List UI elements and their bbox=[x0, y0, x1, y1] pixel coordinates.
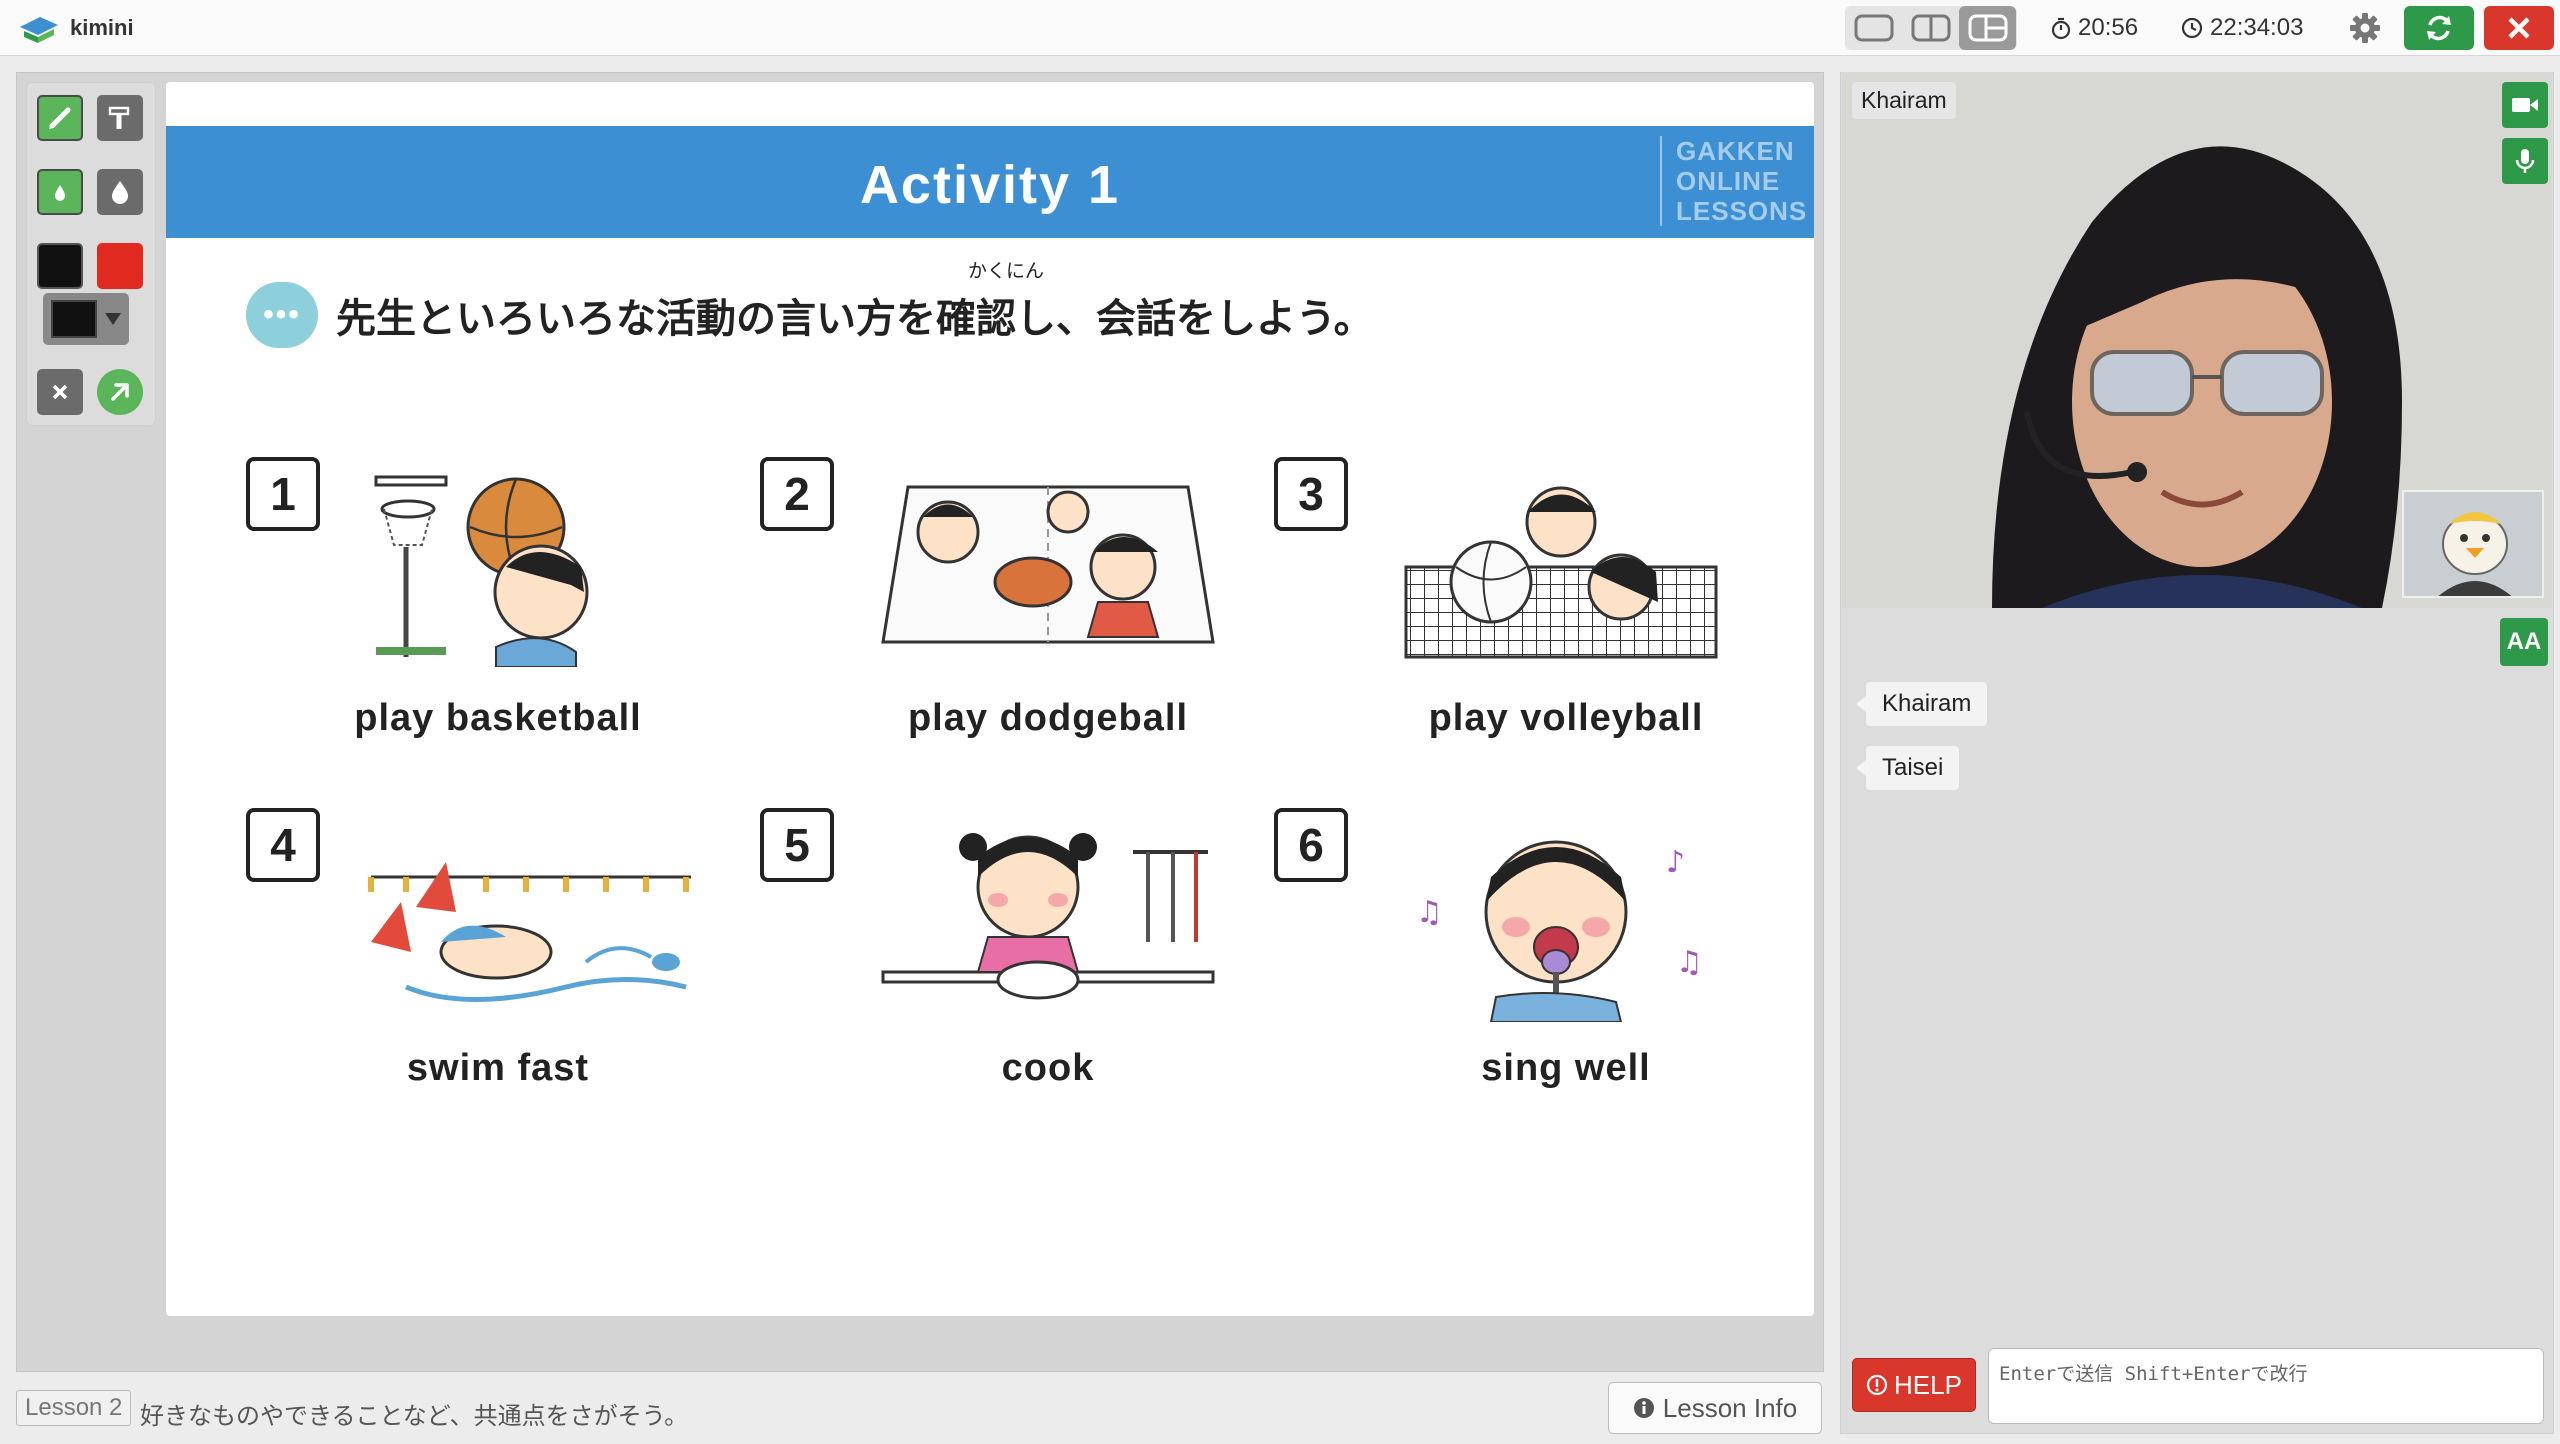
speech-bubble-icon: ••• bbox=[246, 282, 318, 348]
lesson-info-button[interactable]: Lesson Info bbox=[1608, 1382, 1822, 1434]
instruction-text: 先生といろいろな活動の言い方を確認し、会話をしよう。 bbox=[336, 297, 1374, 341]
black-swatch[interactable] bbox=[37, 243, 83, 289]
alert-icon bbox=[1866, 1374, 1888, 1396]
grid-pane-icon bbox=[1968, 14, 2007, 42]
participant-name: Khairam bbox=[1852, 82, 1956, 119]
activity-number-4: 4 bbox=[246, 808, 320, 882]
slide-instruction: ••• かくにん 先生といろいろな活動の言い方を確認し、会話をしよう。 bbox=[246, 261, 1374, 348]
layout-single-button[interactable] bbox=[1845, 6, 1902, 50]
chat-message: Khairam bbox=[1855, 682, 1988, 726]
large-drop-icon bbox=[112, 181, 128, 204]
activity-number-1: 1 bbox=[246, 457, 320, 531]
activity-label-3: play volleyball bbox=[1428, 697, 1704, 739]
help-button[interactable]: HELP bbox=[1852, 1358, 1976, 1412]
arrow-icon bbox=[111, 383, 129, 401]
video-feed: Khairam bbox=[1842, 72, 2552, 608]
top-bar: kimini 20:56 22:34:03 bbox=[0, 0, 2560, 56]
close-button[interactable] bbox=[2484, 6, 2554, 50]
layout-switcher bbox=[1845, 6, 2017, 50]
highlighter-icon bbox=[108, 106, 130, 129]
help-label: HELP bbox=[1894, 1369, 1962, 1400]
thick-stroke-tool[interactable] bbox=[97, 169, 143, 215]
layout-split-button[interactable] bbox=[1902, 6, 1959, 50]
activity-number-6: 6 bbox=[1274, 808, 1348, 882]
slide-title: Activity 1 bbox=[859, 155, 1121, 215]
microphone-icon bbox=[2515, 149, 2535, 173]
refresh-icon bbox=[2427, 15, 2451, 41]
activity-number-3: 3 bbox=[1274, 457, 1348, 531]
font-size-button[interactable]: AA bbox=[2500, 618, 2548, 666]
clear-icon bbox=[52, 384, 68, 400]
chevron-down-icon bbox=[105, 313, 121, 325]
activity-label-4: swim fast bbox=[406, 1047, 590, 1089]
cooking-illustration bbox=[881, 833, 1215, 1000]
single-pane-icon bbox=[1854, 14, 1893, 42]
red-swatch[interactable] bbox=[97, 243, 143, 289]
thin-stroke-tool[interactable] bbox=[37, 169, 83, 215]
pen-icon bbox=[49, 107, 71, 129]
activity-label-5: cook bbox=[1001, 1047, 1095, 1089]
volleyball-illustration bbox=[1404, 486, 1718, 659]
video-camera-icon bbox=[2512, 98, 2538, 112]
highlighter-tool[interactable] bbox=[97, 95, 143, 141]
activity-number-5: 5 bbox=[760, 808, 834, 882]
drawing-toolbox bbox=[26, 82, 156, 426]
dodgeball-illustration bbox=[881, 485, 1215, 644]
split-pane-icon bbox=[1911, 14, 1950, 42]
close-icon bbox=[2508, 17, 2530, 39]
singing-illustration: ♫ ♪ ♫ bbox=[1416, 840, 1703, 1022]
swimming-illustration bbox=[368, 862, 691, 1002]
clock-icon bbox=[2181, 17, 2203, 39]
activity-label-2: play dodgeball bbox=[907, 697, 1189, 739]
small-drop-icon bbox=[55, 185, 65, 201]
activity-label-1: play basketball bbox=[354, 697, 642, 739]
chat-message: Taisei bbox=[1855, 746, 1960, 790]
svg-text:♫: ♫ bbox=[1416, 895, 1443, 930]
instruction-ruby: かくにん bbox=[968, 261, 1045, 282]
self-avatar-icon bbox=[2404, 492, 2542, 596]
lesson-timer: 20:56 bbox=[2050, 14, 2138, 42]
lesson-info-label: Lesson Info bbox=[1662, 1392, 1798, 1423]
activity-number-2: 2 bbox=[760, 457, 834, 531]
stopwatch-icon bbox=[2051, 17, 2071, 40]
svg-text:♫: ♫ bbox=[1676, 945, 1703, 980]
basketball-illustration bbox=[374, 475, 589, 667]
info-icon bbox=[1633, 1398, 1654, 1418]
color-select[interactable] bbox=[43, 293, 129, 345]
lesson-number: Lesson 2 bbox=[16, 1390, 132, 1426]
chat-input[interactable] bbox=[1988, 1348, 2544, 1424]
selected-color-swatch bbox=[51, 300, 97, 338]
brand: kimini bbox=[18, 13, 134, 43]
microphone-toggle-button[interactable] bbox=[2502, 138, 2548, 184]
refresh-button[interactable] bbox=[2404, 6, 2474, 50]
svg-text:♪: ♪ bbox=[1666, 845, 1685, 880]
pointer-tool[interactable] bbox=[97, 369, 143, 415]
current-time: 22:34:03 bbox=[2180, 14, 2303, 42]
gakken-logo: GAKKEN ONLINE LESSONS bbox=[1660, 136, 1806, 226]
slide-banner: Activity 1 GAKKEN ONLINE LESSONS bbox=[166, 126, 1814, 238]
clear-tool[interactable] bbox=[37, 369, 83, 415]
activity-label-6: sing well bbox=[1481, 1047, 1651, 1089]
self-view-thumbnail[interactable] bbox=[2402, 490, 2544, 598]
brand-name: kimini bbox=[70, 15, 134, 40]
kimini-logo-icon bbox=[20, 17, 58, 43]
lesson-description: 好きなものやできることなど、共通点をさがそう。 bbox=[140, 1403, 689, 1430]
settings-button[interactable] bbox=[2330, 6, 2400, 50]
clock-value: 22:34:03 bbox=[2210, 14, 2304, 41]
pen-tool[interactable] bbox=[37, 95, 83, 141]
camera-toggle-button[interactable] bbox=[2502, 82, 2548, 128]
timer-value: 20:56 bbox=[2078, 14, 2139, 41]
gear-icon bbox=[2350, 13, 2380, 43]
lesson-bar: Lesson 2 好きなものやできることなど、共通点をさがそう。 Lesson … bbox=[16, 1378, 1824, 1438]
lesson-slide: Activity 1 GAKKEN ONLINE LESSONS ••• かくに… bbox=[166, 82, 1814, 1316]
layout-grid-button[interactable] bbox=[1959, 6, 2016, 50]
